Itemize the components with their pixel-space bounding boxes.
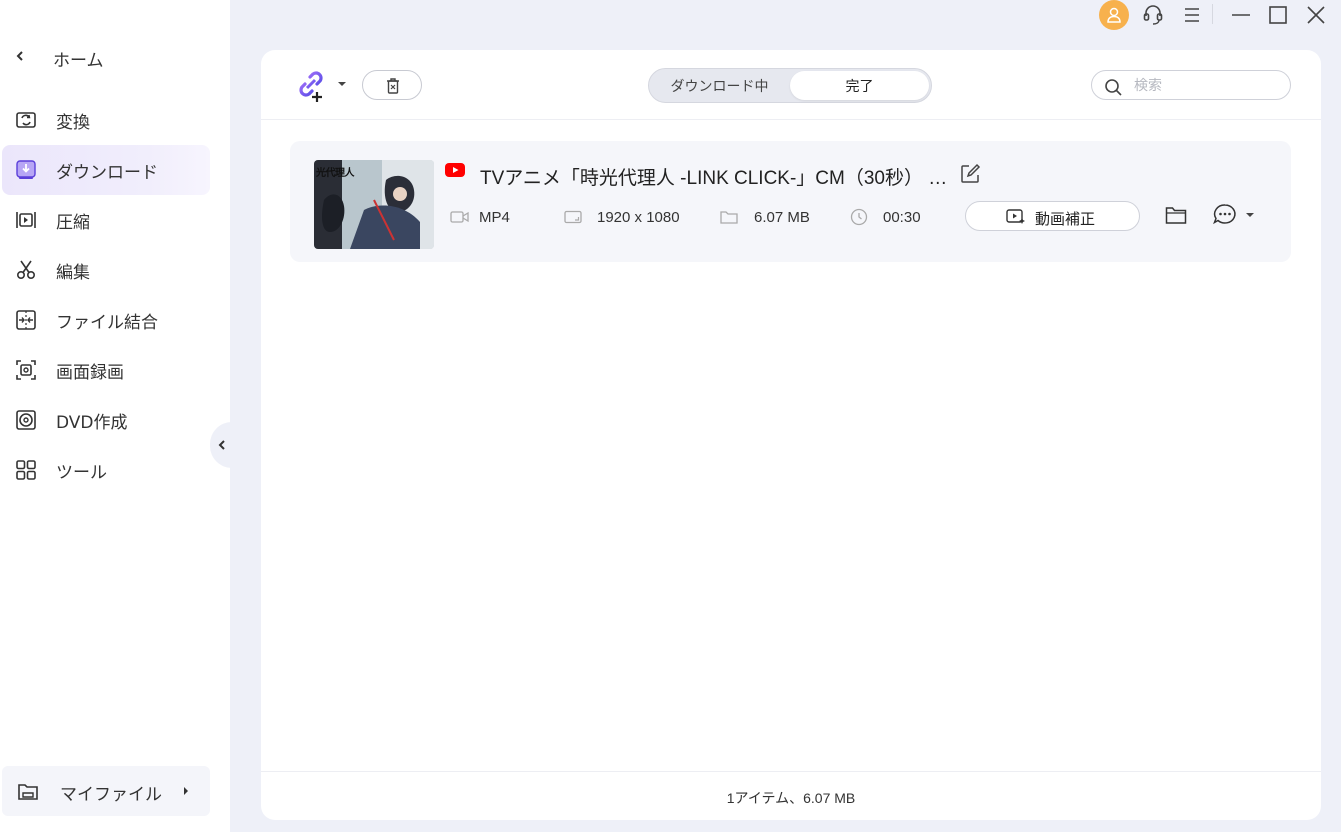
sidebar-item-label: ファイル結合 <box>56 313 158 333</box>
search-icon <box>1105 79 1122 96</box>
size-value: 6.07 MB <box>754 208 810 226</box>
sidebar-item-label: 画面録画 <box>56 363 124 383</box>
screen-record-icon <box>16 360 36 380</box>
video-title: TVアニメ「時光代理人 -LINK CLICK-」CM（30秒） 2... <box>480 168 950 189</box>
download-icon <box>16 160 36 179</box>
close-icon[interactable] <box>1305 0 1327 30</box>
chevron-down-icon[interactable] <box>336 79 348 89</box>
chevron-left-icon <box>16 51 23 61</box>
video-enhance-label: 動画補正 <box>1035 210 1096 228</box>
chevron-right-icon <box>184 787 188 795</box>
download-status-tabs: ダウンロード中 完了 <box>648 68 932 103</box>
sidebar-item-label: DVD作成 <box>56 413 128 433</box>
sidebar-item-label: 圧縮 <box>56 213 90 233</box>
my-files-button[interactable]: マイファイル <box>2 766 210 816</box>
resolution-value: 1920 x 1080 <box>597 208 680 226</box>
user-avatar-icon <box>1107 7 1121 23</box>
download-item[interactable]: 光代理人 TVアニメ「時光代理人 -LINK CLICK-」CM（30秒） 2.… <box>290 141 1291 262</box>
sidebar-item-label: 編集 <box>56 263 90 283</box>
duration-value: 00:30 <box>883 208 921 226</box>
format-value: MP4 <box>479 208 510 226</box>
video-enhance-icon <box>1006 209 1025 224</box>
sidebar-item-merge[interactable]: ファイル結合 <box>2 295 210 345</box>
sidebar-item-edit[interactable]: 編集 <box>2 245 210 295</box>
sidebar-item-screen-record[interactable]: 画面録画 <box>2 345 210 395</box>
clock-icon <box>850 208 868 226</box>
menu-icon[interactable] <box>1182 0 1202 30</box>
chevron-down-icon[interactable] <box>1245 211 1255 219</box>
sidebar-item-convert[interactable]: 変換 <box>2 95 210 145</box>
search-input[interactable] <box>1134 76 1274 96</box>
sidebar: ホーム 変換 ダウンロード 圧縮 編集 ファイル結合 画面録画 DVD作成 ツー… <box>0 0 230 832</box>
scissors-icon <box>16 260 36 280</box>
open-folder-icon[interactable] <box>1165 205 1187 225</box>
resolution-icon <box>564 210 582 224</box>
sidebar-item-tools[interactable]: ツール <box>2 445 210 495</box>
youtube-icon <box>445 163 465 177</box>
more-options-icon[interactable] <box>1212 203 1238 227</box>
user-avatar[interactable] <box>1099 0 1129 30</box>
maximize-icon[interactable] <box>1267 0 1289 30</box>
file-size-folder-icon <box>720 211 738 224</box>
home-label: ホーム <box>53 51 104 71</box>
search-box[interactable] <box>1091 70 1291 100</box>
add-link-icon[interactable] <box>293 68 329 104</box>
tab-completed[interactable]: 完了 <box>790 71 929 100</box>
sidebar-item-label: 変換 <box>56 113 90 133</box>
sidebar-item-download[interactable]: ダウンロード <box>2 145 210 195</box>
toolbar: ダウンロード中 完了 <box>261 50 1321 120</box>
tab-downloading[interactable]: ダウンロード中 <box>651 71 788 100</box>
convert-icon <box>16 112 36 128</box>
duration-meta: 00:30 <box>850 207 921 227</box>
status-summary: 1アイテム、6.07 MB <box>726 790 856 806</box>
headset-icon[interactable] <box>1141 0 1165 30</box>
edit-title-icon[interactable] <box>959 163 981 185</box>
titlebar-divider <box>1212 4 1213 24</box>
merge-icon <box>16 310 36 330</box>
home-link[interactable]: ホーム <box>0 38 230 74</box>
sidebar-item-compress[interactable]: 圧縮 <box>2 195 210 245</box>
video-format-icon <box>450 211 469 223</box>
dvd-icon <box>16 410 36 430</box>
delete-button[interactable] <box>362 70 422 100</box>
size-meta: 6.07 MB <box>720 207 810 227</box>
format-meta: MP4 <box>450 207 510 227</box>
sidebar-item-label: ダウンロード <box>56 163 158 183</box>
chevron-left-icon <box>218 440 225 450</box>
folder-open-icon <box>18 784 38 800</box>
my-files-label: マイファイル <box>60 785 162 805</box>
compress-icon <box>16 212 36 228</box>
minimize-icon[interactable] <box>1230 0 1252 30</box>
trash-icon <box>387 78 399 94</box>
sidebar-item-label: ツール <box>56 463 107 483</box>
thumbnail-caption: 光代理人 <box>316 168 355 179</box>
status-bar: 1アイテム、6.07 MB <box>261 771 1321 820</box>
video-thumbnail[interactable]: 光代理人 <box>314 160 434 249</box>
sidebar-item-dvd[interactable]: DVD作成 <box>2 395 210 445</box>
tools-grid-icon <box>16 460 36 480</box>
main-panel: ダウンロード中 完了 光代理人 <box>261 50 1321 820</box>
video-enhance-button[interactable]: 動画補正 <box>965 201 1140 231</box>
resolution-meta: 1920 x 1080 <box>564 207 680 227</box>
